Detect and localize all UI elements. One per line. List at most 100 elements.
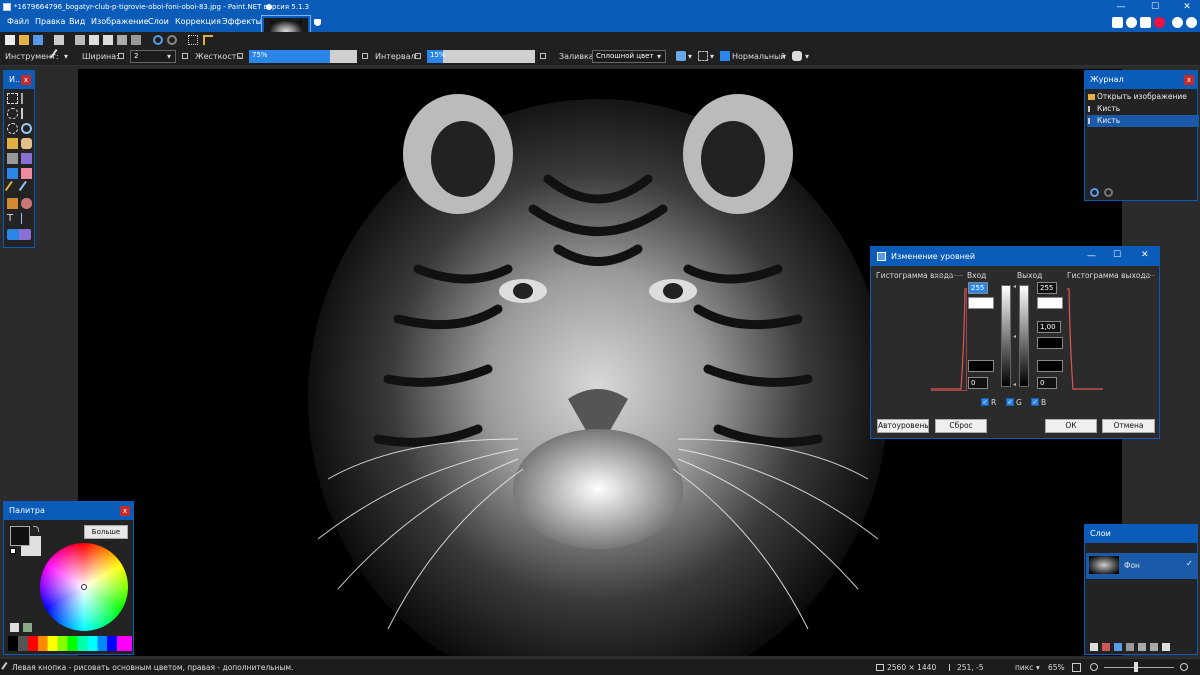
deselect-icon[interactable] bbox=[131, 35, 141, 45]
output-low-spinner[interactable]: 0 bbox=[1037, 377, 1057, 389]
history-redo-icon[interactable] bbox=[1104, 188, 1113, 197]
input-low-color-box[interactable] bbox=[968, 360, 994, 372]
auto-level-button[interactable]: Автоуровень bbox=[877, 419, 929, 433]
blend-mode-icon[interactable] bbox=[720, 51, 730, 61]
color-wheel[interactable] bbox=[40, 543, 128, 631]
help-icon[interactable] bbox=[1186, 17, 1197, 28]
hardness-decrease-button[interactable] bbox=[237, 53, 243, 59]
menu-effects[interactable]: Эффекты bbox=[222, 17, 262, 26]
move-selection-icon[interactable] bbox=[21, 108, 32, 119]
width-decrease-button[interactable] bbox=[118, 53, 124, 59]
settings-sliders-icon[interactable] bbox=[1112, 17, 1123, 28]
clone-stamp-icon[interactable] bbox=[7, 198, 18, 209]
interval-slider[interactable]: 15% bbox=[427, 50, 535, 63]
width-increase-button[interactable] bbox=[182, 53, 188, 59]
new-file-icon[interactable] bbox=[5, 35, 15, 45]
tool-dropdown-arrow-icon[interactable]: ▾ bbox=[64, 52, 68, 61]
menu-view[interactable]: Вид bbox=[69, 17, 85, 26]
paste-icon[interactable] bbox=[103, 35, 113, 45]
dialog-minimize-button[interactable]: — bbox=[1087, 251, 1096, 261]
color-wheel-cursor[interactable] bbox=[81, 584, 87, 590]
magic-wand-icon[interactable] bbox=[7, 138, 18, 149]
gradient-icon[interactable] bbox=[21, 153, 32, 164]
menu-image[interactable]: Изображение bbox=[91, 17, 149, 26]
input-low-spinner[interactable]: 0 bbox=[968, 377, 988, 389]
slider-handle-icon[interactable]: ◂ bbox=[1013, 333, 1016, 340]
antialiasing-icon[interactable] bbox=[676, 51, 686, 61]
menu-file[interactable]: Файл bbox=[7, 17, 29, 26]
layers-icon[interactable] bbox=[1140, 17, 1151, 28]
move-selected-icon[interactable] bbox=[21, 93, 32, 104]
alpha-dropdown-arrow-icon[interactable]: ▾ bbox=[710, 52, 714, 61]
zoom-in-icon[interactable] bbox=[1180, 663, 1188, 671]
ruler-icon[interactable] bbox=[203, 35, 213, 45]
paintbrush-icon[interactable] bbox=[7, 168, 18, 179]
ellipse-select-icon[interactable] bbox=[7, 123, 18, 134]
channel-b-checkbox[interactable]: ✓ bbox=[1031, 398, 1039, 406]
interval-decrease-button[interactable] bbox=[415, 53, 421, 59]
layer-visible-checkbox[interactable]: ✓ bbox=[1186, 559, 1193, 568]
fill-select[interactable]: Сплошной цвет bbox=[592, 50, 666, 63]
menu-layers[interactable]: Слои bbox=[148, 17, 169, 26]
palette-panel-close-button[interactable]: x bbox=[120, 506, 130, 516]
layer-properties-icon[interactable] bbox=[1162, 643, 1170, 651]
shapes-icon[interactable] bbox=[7, 229, 31, 240]
width-dropdown-arrow-icon[interactable]: ▾ bbox=[167, 52, 171, 61]
more-colors-button[interactable]: Больше >> bbox=[84, 525, 128, 548]
tools-panel-close-button[interactable]: x bbox=[21, 75, 31, 85]
clipping-dropdown-arrow-icon[interactable]: ▾ bbox=[805, 52, 809, 61]
text-icon[interactable]: T bbox=[7, 213, 18, 224]
eraser-icon[interactable] bbox=[21, 168, 32, 179]
dialog-close-button[interactable]: ✕ bbox=[1141, 250, 1149, 260]
zoom-out-icon[interactable] bbox=[1090, 663, 1098, 671]
zoom-to-window-icon[interactable] bbox=[1072, 663, 1081, 672]
palette-add-icon[interactable] bbox=[10, 623, 19, 632]
undo-icon[interactable] bbox=[153, 35, 163, 45]
dialog-maximize-button[interactable]: ☐ bbox=[1113, 250, 1121, 260]
pan-hand-icon[interactable] bbox=[21, 138, 32, 149]
redo-icon[interactable] bbox=[167, 35, 177, 45]
palette-menu-icon[interactable] bbox=[23, 623, 32, 632]
blend-dropdown-arrow-icon[interactable]: ▾ bbox=[782, 52, 786, 61]
line-curve-icon[interactable] bbox=[21, 213, 32, 224]
reset-button[interactable]: Сброс bbox=[935, 419, 987, 433]
zoom-slider-thumb[interactable] bbox=[1134, 662, 1138, 672]
antialiasing-dropdown-arrow-icon[interactable]: ▾ bbox=[688, 52, 692, 61]
effects-icon[interactable] bbox=[1154, 17, 1165, 28]
pencil-icon[interactable] bbox=[4, 180, 21, 197]
output-level-slider[interactable] bbox=[1019, 285, 1029, 387]
output-low-color-box[interactable] bbox=[1037, 360, 1063, 372]
recolor-icon[interactable] bbox=[21, 198, 32, 209]
open-file-icon[interactable] bbox=[19, 35, 29, 45]
add-layer-icon[interactable] bbox=[1090, 643, 1098, 651]
cut-icon[interactable] bbox=[75, 35, 85, 45]
move-layer-down-icon[interactable] bbox=[1150, 643, 1158, 651]
ok-button[interactable]: ОК bbox=[1045, 419, 1097, 433]
history-item-brush[interactable]: Кисть bbox=[1087, 103, 1199, 115]
selection-clipping-icon[interactable] bbox=[792, 51, 802, 61]
save-icon[interactable] bbox=[33, 35, 43, 45]
layer-row-background[interactable]: Фон ✓ bbox=[1086, 553, 1198, 579]
alpha-mode-icon[interactable] bbox=[698, 51, 708, 61]
primary-color-swatch[interactable] bbox=[10, 526, 30, 546]
lasso-select-icon[interactable] bbox=[7, 108, 18, 119]
paint-bucket-icon[interactable] bbox=[7, 153, 18, 164]
units-dropdown-arrow-icon[interactable]: ▾ bbox=[1036, 663, 1040, 672]
rectangle-select-icon[interactable] bbox=[7, 93, 18, 104]
blend-mode-select[interactable]: Нормальный bbox=[732, 52, 786, 61]
cancel-button[interactable]: Отмена bbox=[1102, 419, 1155, 433]
reset-colors-icon[interactable] bbox=[10, 548, 16, 554]
color-picker-icon[interactable] bbox=[18, 180, 35, 197]
copy-icon[interactable] bbox=[89, 35, 99, 45]
zoom-slider[interactable] bbox=[1104, 667, 1174, 668]
print-icon[interactable] bbox=[54, 35, 64, 45]
output-high-color-box[interactable] bbox=[1037, 297, 1063, 309]
delete-layer-icon[interactable] bbox=[1102, 643, 1110, 651]
output-mid-color-box[interactable] bbox=[1037, 337, 1063, 349]
merge-layer-icon[interactable] bbox=[1126, 643, 1134, 651]
input-high-color-box[interactable] bbox=[968, 297, 994, 309]
palette-swatches[interactable] bbox=[8, 636, 132, 651]
zoom-value[interactable]: 65% bbox=[1048, 663, 1065, 672]
interval-increase-button[interactable] bbox=[540, 53, 546, 59]
move-layer-up-icon[interactable] bbox=[1138, 643, 1146, 651]
